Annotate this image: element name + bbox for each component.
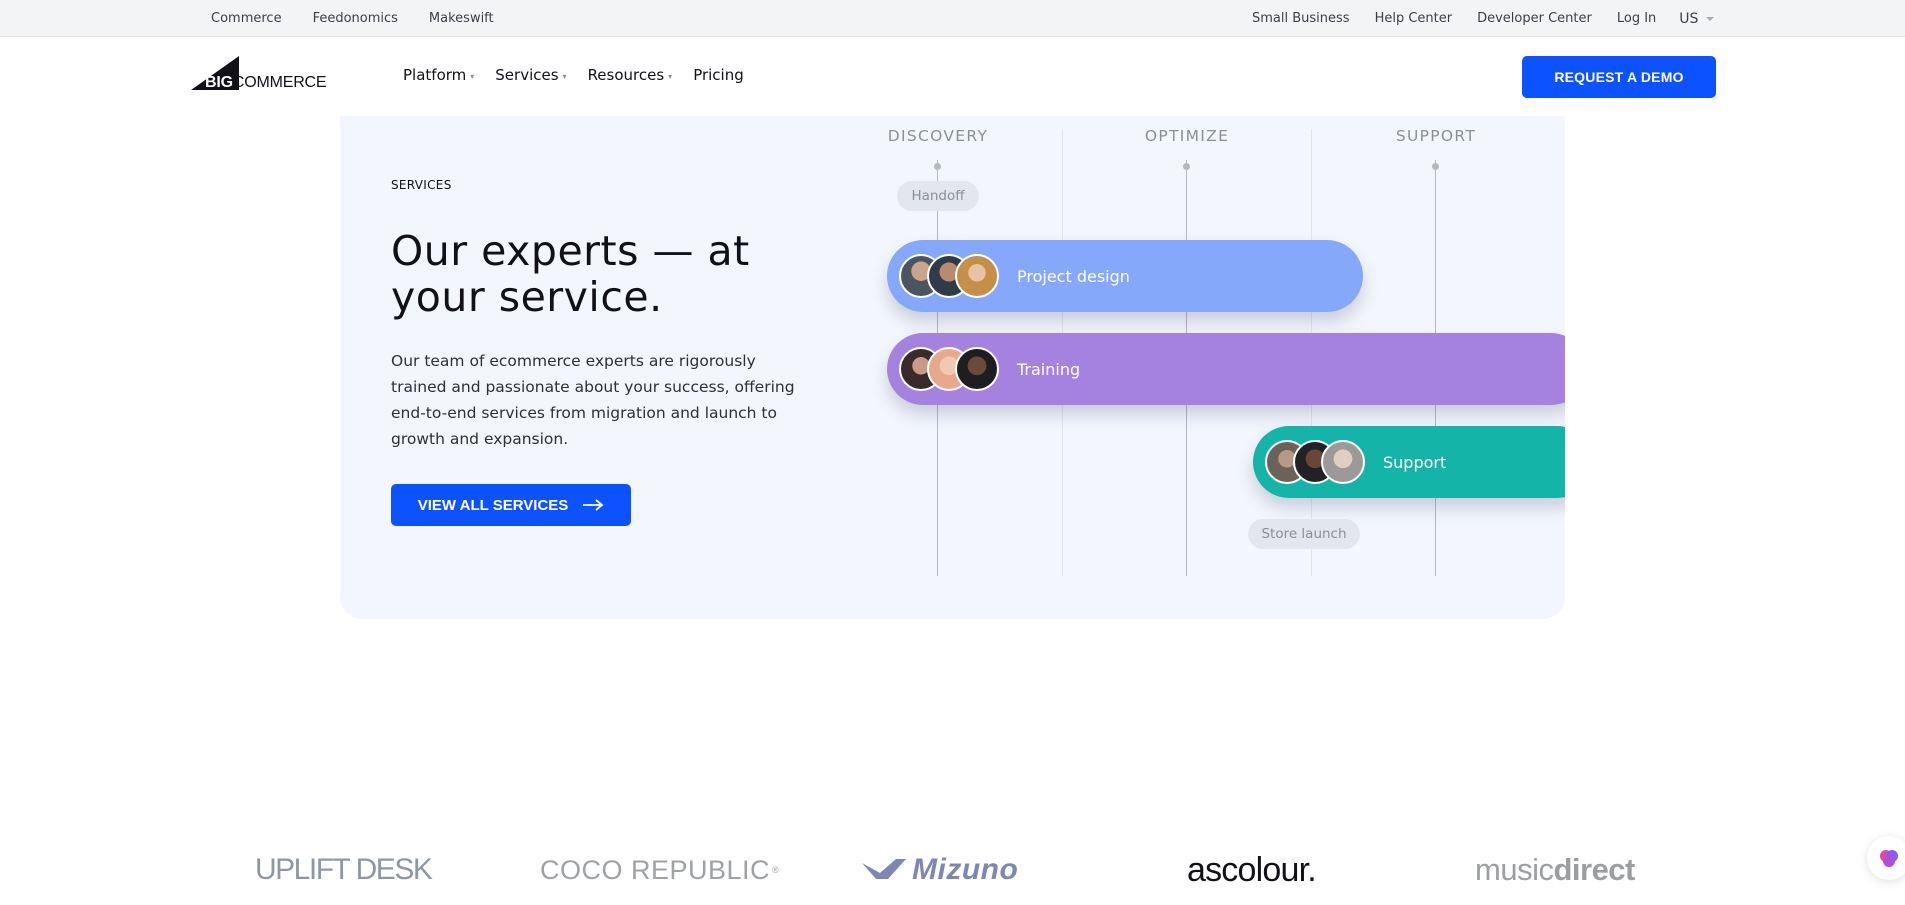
arrow-right-icon — [583, 499, 604, 511]
avatar — [1321, 440, 1365, 484]
services-section: SERVICES Our experts — at your service. … — [340, 116, 1565, 619]
timeline-dot — [1432, 163, 1439, 170]
nav-item-pricing[interactable]: Pricing — [693, 66, 744, 84]
locale-selector[interactable]: US — [1679, 10, 1715, 27]
bar-label: Support — [1383, 452, 1447, 472]
utility-link-log-in[interactable]: Log In — [1617, 11, 1656, 26]
avatar-group — [1265, 440, 1365, 484]
utility-link-developer-center[interactable]: Developer Center — [1477, 11, 1592, 26]
avatar — [955, 254, 999, 298]
utility-link-feedonomics[interactable]: Feedonomics — [313, 11, 398, 26]
view-all-services-button[interactable]: VIEW ALL SERVICES — [391, 484, 631, 526]
customer-logos: UPLIFT DESK COCO REPUBLIC ® Mizuno ascolo… — [0, 845, 1905, 895]
cta-label: VIEW ALL SERVICES — [417, 496, 569, 514]
section-eyebrow: SERVICES — [391, 178, 452, 192]
nav-item-label: Resources — [587, 66, 665, 84]
milestone-store-launch: Store launch — [1248, 519, 1360, 549]
nav-item-services[interactable]: Services ▾ — [495, 66, 566, 84]
chevron-down-icon — [1706, 16, 1715, 21]
utility-bar: Commerce Feedonomics Makeswift Small Bus… — [0, 0, 1905, 37]
utility-link-makeswift[interactable]: Makeswift — [429, 11, 494, 26]
chat-assistant-button[interactable] — [1867, 836, 1905, 880]
timeline-column-discovery: DISCOVERY — [887, 127, 989, 145]
chevron-down-icon: ▾ — [668, 71, 673, 81]
timeline-column-optimize: OPTIMIZE — [1144, 127, 1230, 145]
chevron-down-icon: ▾ — [562, 71, 567, 81]
logo-wordmark: BIGCOMMERCE — [205, 74, 327, 91]
milestone-handoff: Handoff — [897, 181, 979, 211]
nav-item-label: Pricing — [693, 66, 744, 84]
logo-ascolour: ascolour. — [1187, 850, 1317, 889]
timeline-column-support: SUPPORT — [1395, 127, 1477, 145]
main-nav: BIGCOMMERCE Platform ▾ Services ▾ Resource… — [0, 38, 1905, 116]
logo-mizuno: Mizuno — [862, 845, 1018, 895]
mizuno-runbird-icon — [862, 859, 906, 879]
utility-link-small-business[interactable]: Small Business — [1252, 11, 1350, 26]
utility-link-help-center[interactable]: Help Center — [1375, 11, 1453, 26]
utility-links-right: Small Business Help Center Developer Cen… — [1252, 0, 1715, 37]
utility-link-commerce[interactable]: Commerce — [211, 11, 282, 26]
logo-music-direct: music direct — [1475, 852, 1635, 887]
avatar-group — [899, 347, 999, 391]
brain-icon — [1880, 850, 1898, 867]
utility-links-left: Commerce Feedonomics Makeswift — [211, 0, 525, 37]
logo-coco-republic: COCO REPUBLIC ® — [540, 854, 780, 885]
timeline-bar-support: Support — [1253, 426, 1565, 498]
primary-nav: Platform ▾ Services ▾ Resources ▾ Pricing — [403, 38, 765, 112]
locale-label: US — [1679, 10, 1699, 27]
timeline-bar-project-design: Project design — [887, 240, 1363, 312]
timeline-bar-training: Training — [887, 333, 1565, 405]
logo-uplift-desk: UPLIFT DESK — [255, 853, 433, 886]
timeline-dot — [934, 163, 941, 170]
nav-item-platform[interactable]: Platform ▾ — [403, 66, 474, 84]
chevron-down-icon: ▾ — [470, 71, 475, 81]
nav-item-resources[interactable]: Resources ▾ — [588, 66, 673, 84]
bar-label: Training — [1017, 359, 1081, 379]
nav-item-label: Services — [495, 66, 559, 84]
request-demo-button[interactable]: REQUEST A DEMO — [1522, 56, 1716, 98]
nav-item-label: Platform — [403, 66, 467, 84]
bar-label: Project design — [1017, 266, 1130, 286]
section-body: Our team of ecommerce experts are rigoro… — [391, 352, 795, 448]
bigcommerce-logo[interactable]: BIGCOMMERCE — [191, 56, 331, 92]
avatar — [955, 347, 999, 391]
timeline-dot — [1183, 163, 1190, 170]
avatar-group — [899, 254, 999, 298]
section-headline: Our experts — at your service. — [391, 227, 750, 321]
